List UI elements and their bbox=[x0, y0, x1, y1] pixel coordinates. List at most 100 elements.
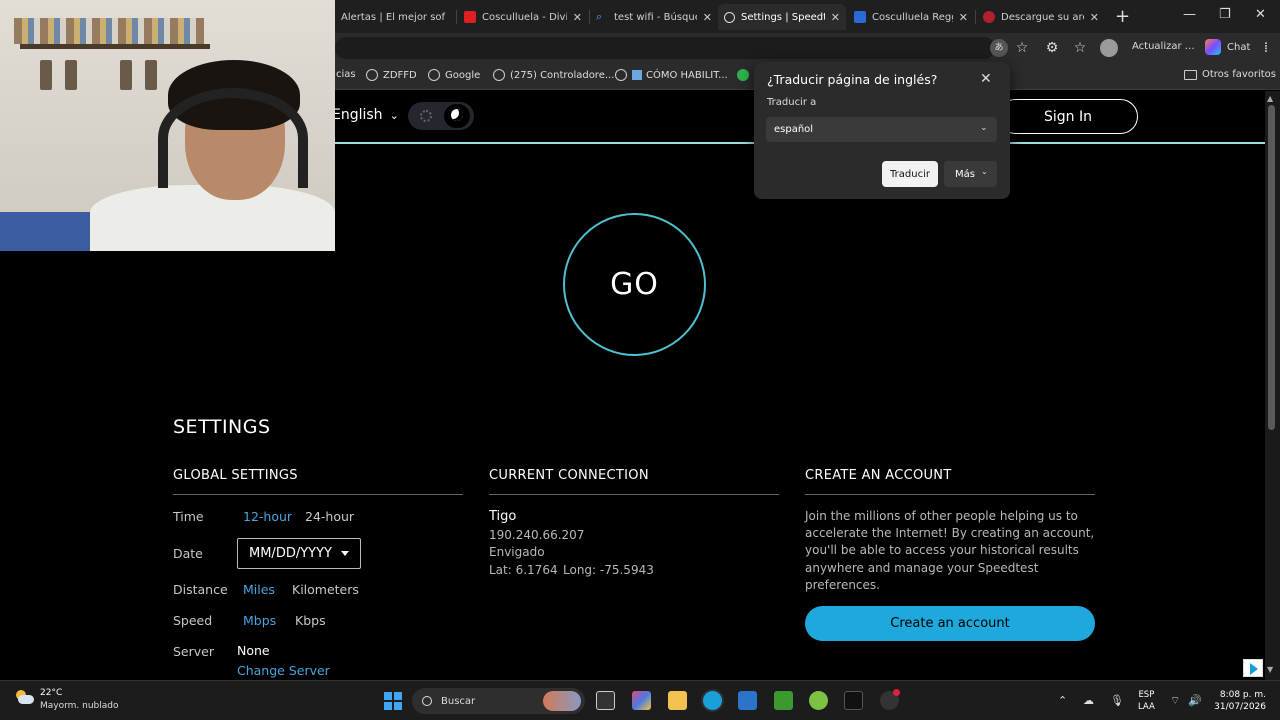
translate-button[interactable]: Traducir bbox=[882, 161, 938, 187]
volume-icon[interactable]: 🔊 bbox=[1188, 694, 1202, 707]
tab-speedtest-settings[interactable]: Settings | Speedtest ✕ bbox=[718, 4, 846, 30]
bookmark-item[interactable]: (275) Controladore... bbox=[493, 69, 614, 81]
gif-icon bbox=[854, 11, 866, 23]
close-tab-icon[interactable]: ✕ bbox=[1090, 11, 1099, 24]
tab-test-wifi[interactable]: ⌕ test wifi - Búsqueda ✕ bbox=[590, 4, 718, 30]
weather-icon[interactable] bbox=[14, 690, 34, 706]
language-selector[interactable]: English ⌄ bbox=[332, 107, 399, 123]
sign-in-button[interactable]: Sign In bbox=[998, 99, 1138, 134]
tab-title: Cosculluela Reggae bbox=[872, 11, 953, 23]
taskbar-search[interactable]: Buscar bbox=[412, 688, 585, 714]
minimize-icon[interactable]: — bbox=[1183, 7, 1196, 22]
bookmark-item[interactable] bbox=[737, 69, 749, 81]
target-language-value: español bbox=[774, 124, 814, 135]
cloud-icon[interactable]: ☁ bbox=[1083, 694, 1094, 707]
tab-alertas[interactable]: Alertas | El mejor sof bbox=[335, 4, 455, 30]
microsoft-365-icon[interactable] bbox=[632, 691, 651, 710]
chevron-up-icon[interactable]: ⌃ bbox=[1058, 694, 1067, 707]
folder-icon bbox=[1184, 69, 1197, 80]
tab-title: Alertas | El mejor sof bbox=[341, 11, 446, 23]
close-window-icon[interactable]: ✕ bbox=[1255, 7, 1266, 22]
maximize-icon[interactable]: ❐ bbox=[1219, 7, 1231, 22]
tab-cosculluela-dividi[interactable]: Cosculluela - Dividi ✕ bbox=[458, 4, 588, 30]
translate-to-label: Traducir a bbox=[767, 97, 817, 108]
bookmark-item[interactable]: CÓMO HABILIT... bbox=[615, 69, 728, 81]
distance-miles-option[interactable]: Miles bbox=[243, 582, 275, 597]
sun-icon[interactable] bbox=[420, 110, 432, 122]
temperature[interactable]: 22°C bbox=[40, 688, 62, 698]
scrollbar-thumb[interactable] bbox=[1268, 105, 1275, 430]
favorites-icon[interactable]: ☆ bbox=[1071, 39, 1089, 57]
search-icon: ⌕ bbox=[596, 10, 603, 23]
more-menu-icon[interactable]: … bbox=[1185, 41, 1195, 52]
close-icon[interactable]: ✕ bbox=[980, 71, 992, 87]
close-tab-icon[interactable]: ✕ bbox=[959, 11, 968, 24]
site-icon bbox=[983, 11, 995, 23]
keyboard-layout: LAA bbox=[1138, 702, 1155, 712]
create-account-button[interactable]: Create an account bbox=[805, 606, 1095, 641]
bookmark-item[interactable]: cias bbox=[336, 69, 356, 80]
time: 8:08 p. m. bbox=[1219, 690, 1266, 700]
sidebar-icon[interactable]: ⁞ bbox=[1257, 39, 1275, 57]
scroll-up-icon[interactable]: ▲ bbox=[1267, 94, 1273, 103]
close-tab-icon[interactable]: ✕ bbox=[703, 11, 712, 24]
speed-mbps-option[interactable]: Mbps bbox=[243, 613, 276, 628]
start-button[interactable] bbox=[384, 692, 402, 710]
youtube-icon bbox=[464, 11, 476, 23]
file-explorer-icon[interactable] bbox=[668, 691, 687, 710]
tab-separator bbox=[456, 10, 457, 24]
time-24-hour-option[interactable]: 24-hour bbox=[305, 509, 354, 524]
target-language-select[interactable]: español bbox=[766, 117, 997, 142]
microphone-icon[interactable]: 🎙 bbox=[1110, 694, 1124, 707]
speed-kbps-option[interactable]: Kbps bbox=[295, 613, 326, 628]
time-label: Time bbox=[173, 509, 204, 524]
tab-descargue[interactable]: Descargue su archiv ✕ bbox=[977, 4, 1105, 30]
chat-label: Chat bbox=[1227, 41, 1251, 53]
close-tab-icon[interactable]: ✕ bbox=[573, 11, 582, 24]
new-tab-icon[interactable]: + bbox=[1115, 6, 1130, 27]
close-tab-icon[interactable]: ✕ bbox=[831, 11, 840, 24]
globe-icon bbox=[493, 69, 505, 81]
wifi-icon[interactable]: ⌔ bbox=[1170, 694, 1180, 708]
weather-description[interactable]: Mayorm. nublado bbox=[40, 701, 119, 711]
wall-decoration bbox=[145, 60, 157, 90]
other-favorites-label: Otros favoritos bbox=[1202, 69, 1277, 80]
shelf-figures bbox=[14, 18, 204, 44]
scroll-down-icon[interactable]: ▼ bbox=[1267, 665, 1273, 674]
translate-icon[interactable]: あ bbox=[990, 39, 1008, 57]
favorite-star-icon[interactable]: ☆ bbox=[1013, 39, 1031, 57]
store-icon[interactable] bbox=[738, 691, 757, 710]
ad-choices-icon[interactable] bbox=[1243, 659, 1263, 677]
minecraft-icon[interactable] bbox=[774, 691, 793, 710]
extensions-icon[interactable]: ⚙ bbox=[1043, 39, 1061, 57]
app-icon[interactable] bbox=[809, 691, 828, 710]
update-button[interactable]: Actualizar … bbox=[1132, 41, 1195, 52]
page-title: SETTINGS bbox=[173, 416, 271, 438]
time-12-hour-option[interactable]: 12-hour bbox=[243, 509, 292, 524]
profile-avatar[interactable] bbox=[1100, 39, 1118, 57]
ip-address: 190.240.66.207 bbox=[489, 528, 585, 542]
address-bar[interactable] bbox=[335, 37, 995, 59]
change-server-link[interactable]: Change Server bbox=[237, 663, 330, 678]
bookmark-item[interactable]: Google bbox=[428, 69, 480, 81]
go-button[interactable]: GO bbox=[563, 213, 706, 356]
more-options-button[interactable]: Más bbox=[944, 161, 997, 187]
other-favorites[interactable]: Otros favoritos bbox=[1184, 69, 1276, 80]
wall-decoration bbox=[120, 60, 132, 90]
wall-decoration bbox=[65, 60, 77, 90]
input-language[interactable]: ESP LAA bbox=[1138, 689, 1155, 713]
bookmark-label: ZDFFD bbox=[383, 69, 417, 81]
city: Envigado bbox=[489, 545, 545, 559]
chat-button[interactable]: Chat bbox=[1205, 39, 1250, 55]
capcut-icon[interactable] bbox=[844, 691, 863, 710]
clock[interactable]: 8:08 p. m. 31/07/2026 bbox=[1214, 689, 1266, 713]
bookmark-item[interactable]: ZDFFD bbox=[366, 69, 417, 81]
more-options-label: Más bbox=[955, 168, 975, 180]
distance-kilometers-option[interactable]: Kilometers bbox=[292, 582, 359, 597]
tab-title: Cosculluela - Dividi bbox=[482, 11, 567, 23]
task-view-icon[interactable] bbox=[596, 691, 615, 710]
speedtest-icon bbox=[724, 11, 735, 23]
tab-cosculluela-reggae[interactable]: Cosculluela Reggae ✕ bbox=[848, 4, 974, 30]
edge-icon[interactable] bbox=[703, 691, 722, 710]
webcam-overlay bbox=[0, 0, 335, 251]
